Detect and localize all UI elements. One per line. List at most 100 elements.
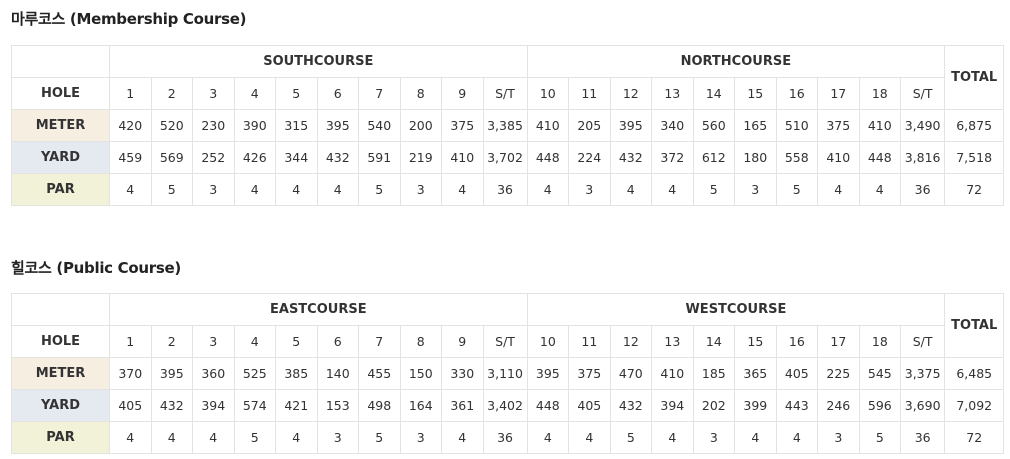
par-value-cell: 4 — [316, 173, 359, 206]
meter-value-cell: 560 — [692, 109, 736, 142]
meter-value-cell: 370 — [109, 357, 152, 390]
meter-value-cell: 6,485 — [944, 357, 1005, 390]
meter-value-cell: 375 — [817, 109, 860, 142]
meter-value-cell: 470 — [609, 357, 653, 390]
hole-number-cell: 6 — [316, 77, 359, 110]
par-value-cell: 4 — [441, 421, 484, 454]
par-value-cell: 4 — [150, 421, 193, 454]
par-value-cell: 4 — [651, 421, 694, 454]
meter-value-cell: 3,110 — [482, 357, 528, 390]
yard-value-cell: 3,816 — [900, 141, 946, 174]
hole-number-cell: 12 — [609, 77, 653, 110]
hole-number-cell: 1 — [109, 325, 152, 358]
membership-course-title: 마루코스 (Membership Course) — [11, 10, 247, 28]
hole-number-cell: 13 — [651, 77, 694, 110]
par-value-cell: 36 — [900, 173, 946, 206]
meter-value-cell: 410 — [526, 109, 570, 142]
meter-value-cell: 205 — [568, 109, 611, 142]
yard-row: YARD 459 569 252 426 344 432 591 219 410 3,702 448 2… — [11, 141, 1005, 174]
par-value-cell: 3 — [399, 173, 442, 206]
par-value-cell: 4 — [817, 173, 860, 206]
par-value-cell: 4 — [109, 173, 152, 206]
meter-value-cell: 230 — [192, 109, 235, 142]
meter-value-cell: 390 — [233, 109, 276, 142]
hole-number-cell: 2 — [150, 77, 193, 110]
yard-value-cell: 246 — [817, 389, 860, 422]
meter-value-cell: 405 — [775, 357, 819, 390]
par-label: PAR — [11, 173, 110, 206]
par-value-cell: 3 — [316, 421, 359, 454]
meter-value-cell: 3,490 — [900, 109, 946, 142]
par-value-cell: 36 — [482, 421, 528, 454]
yard-value-cell: 344 — [275, 141, 318, 174]
hole-number-cell: 7 — [358, 325, 401, 358]
yard-value-cell: 448 — [526, 389, 570, 422]
hole-number-cell: 5 — [275, 77, 318, 110]
hole-number-cell: 5 — [275, 325, 318, 358]
yard-value-cell: 405 — [568, 389, 611, 422]
hole-number-cell: 3 — [192, 77, 235, 110]
par-value-cell: 3 — [692, 421, 736, 454]
meter-value-cell: 525 — [233, 357, 276, 390]
corner-cell — [11, 293, 110, 326]
hole-number-cell: 16 — [775, 77, 819, 110]
meter-value-cell: 455 — [358, 357, 401, 390]
par-label: PAR — [11, 421, 110, 454]
yard-value-cell: 569 — [150, 141, 193, 174]
yard-value-cell: 180 — [734, 141, 777, 174]
par-value-cell: 4 — [109, 421, 152, 454]
yard-value-cell: 432 — [316, 141, 359, 174]
yard-value-cell: 410 — [817, 141, 860, 174]
yard-value-cell: 219 — [399, 141, 442, 174]
hole-number-cell: S/T — [482, 325, 528, 358]
meter-value-cell: 315 — [275, 109, 318, 142]
yard-value-cell: 421 — [275, 389, 318, 422]
par-value-cell: 4 — [275, 421, 318, 454]
yard-value-cell: 3,402 — [482, 389, 528, 422]
par-row: PAR 4 5 3 4 4 4 5 3 4 36 4 3 4 4 5 3 5 4 4 36 72 — [11, 173, 1005, 206]
yard-value-cell: 432 — [609, 141, 653, 174]
hole-number-cell: 11 — [568, 77, 611, 110]
hole-number-cell: 14 — [692, 77, 736, 110]
hole-number-cell: 10 — [526, 77, 570, 110]
hole-row: HOLE 1 2 3 4 5 6 7 8 9 S/T 10 11 12 13 14 15 16 17 18 S/T — [11, 325, 1004, 358]
yard-value-cell: 432 — [150, 389, 193, 422]
par-value-cell: 3 — [734, 173, 777, 206]
meter-label: METER — [11, 109, 110, 142]
yard-value-cell: 7,092 — [944, 389, 1005, 422]
hole-number-cell: 15 — [734, 77, 777, 110]
yard-value-cell: 7,518 — [944, 141, 1005, 174]
front-nine-course-name: SOUTHCOURSE — [109, 45, 528, 78]
hole-number-cell: 9 — [441, 77, 484, 110]
hole-label: HOLE — [11, 325, 110, 358]
par-value-cell: 4 — [192, 421, 235, 454]
meter-value-cell: 545 — [858, 357, 902, 390]
yard-value-cell: 498 — [358, 389, 401, 422]
hole-label: HOLE — [11, 77, 110, 110]
course-name-row: EASTCOURSE WESTCOURSE TOTAL — [11, 293, 1005, 358]
par-value-cell: 72 — [944, 421, 1005, 454]
public-course-title: 힐코스 (Public Course) — [11, 259, 181, 277]
yard-label: YARD — [11, 141, 110, 174]
par-value-cell: 4 — [651, 173, 694, 206]
par-row: PAR 4 4 4 5 4 3 5 3 4 36 4 4 5 4 3 4 4 3 5 36 72 — [11, 421, 1005, 454]
par-value-cell: 5 — [358, 173, 401, 206]
hole-number-cell: 16 — [775, 325, 819, 358]
par-value-cell: 5 — [233, 421, 276, 454]
meter-value-cell: 395 — [316, 109, 359, 142]
par-value-cell: 36 — [900, 421, 946, 454]
hole-number-cell: 13 — [651, 325, 694, 358]
par-value-cell: 4 — [568, 421, 611, 454]
hole-number-cell: 18 — [858, 77, 902, 110]
par-value-cell: 3 — [817, 421, 860, 454]
yard-value-cell: 596 — [858, 389, 902, 422]
meter-value-cell: 340 — [651, 109, 694, 142]
yard-value-cell: 426 — [233, 141, 276, 174]
meter-value-cell: 540 — [358, 109, 401, 142]
hole-number-cell: 10 — [526, 325, 570, 358]
yard-value-cell: 558 — [775, 141, 819, 174]
hole-number-cell: 7 — [358, 77, 401, 110]
par-value-cell: 4 — [609, 173, 653, 206]
hole-number-cell: 4 — [233, 77, 276, 110]
par-value-cell: 4 — [233, 173, 276, 206]
